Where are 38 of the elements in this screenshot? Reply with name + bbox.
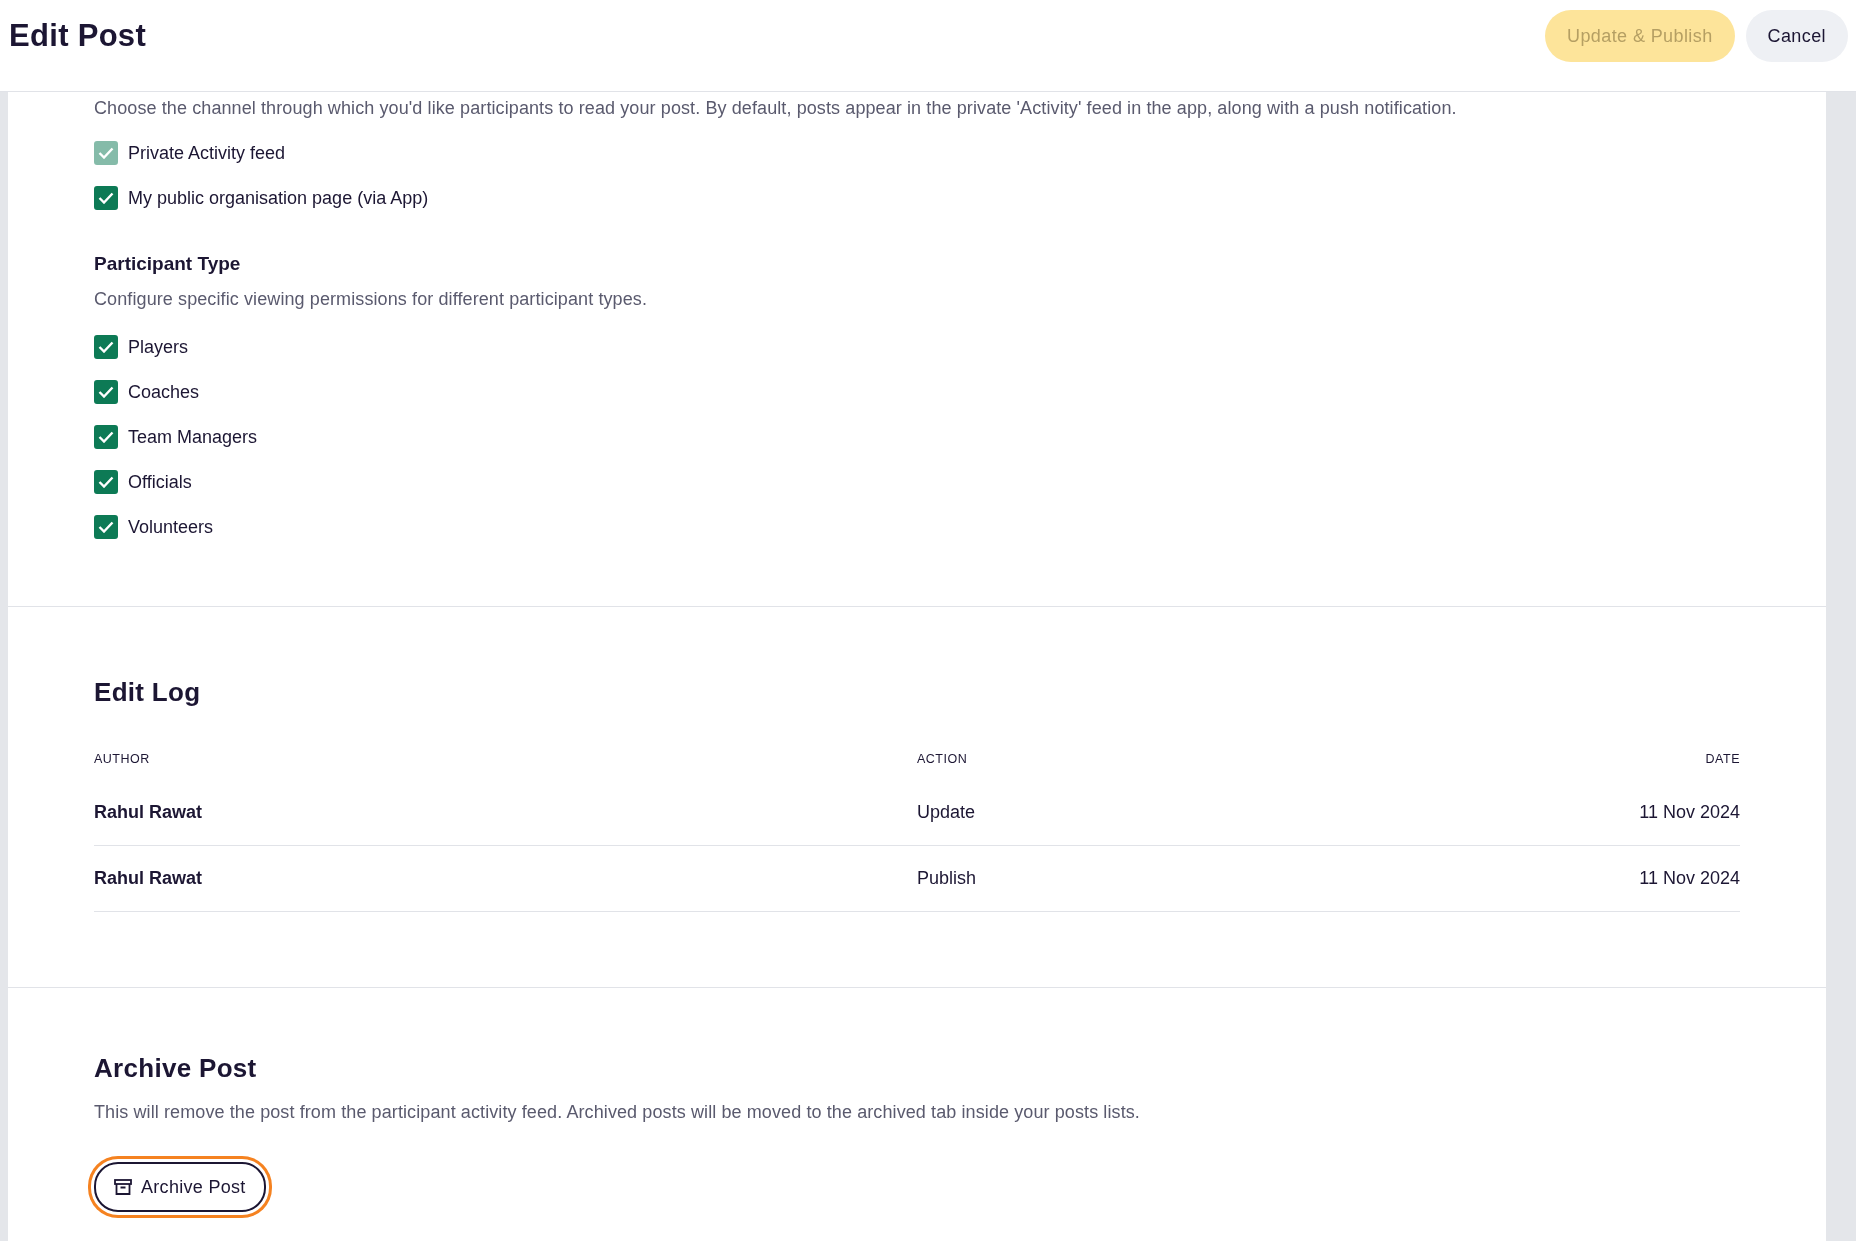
table-cell: 11 Nov 2024 xyxy=(1221,845,1740,912)
check-icon xyxy=(98,386,114,398)
checkbox-label: Officials xyxy=(128,471,192,493)
checkbox-label: Team Managers xyxy=(128,426,258,448)
page-title: Edit Post xyxy=(9,18,147,54)
checkbox[interactable] xyxy=(94,335,118,359)
section-heading: Archive Post xyxy=(94,1053,258,1084)
checkbox[interactable] xyxy=(94,470,118,494)
archive-box-icon xyxy=(114,1179,132,1195)
channel-description: Choose the channel through which you'd like participants to read your post. By default, posts appear in the private 'Activity' feed in the app, along with a push notification. xyxy=(94,98,1458,119)
checkbox[interactable] xyxy=(94,380,118,404)
participant-description: Configure specific viewing permissions for different participant types. xyxy=(94,289,649,310)
table-cell: Rahul Rawat xyxy=(94,845,917,912)
checkbox-label: Private Activity feed xyxy=(128,142,286,164)
check-icon xyxy=(98,431,114,443)
checkbox-label: My public organisation page (via App) xyxy=(128,187,429,209)
table-cell: 11 Nov 2024 xyxy=(1221,780,1740,846)
checkbox[interactable] xyxy=(94,186,118,210)
column-header: ACTION xyxy=(917,752,969,768)
check-icon xyxy=(98,521,114,533)
checkbox-label: Volunteers xyxy=(128,516,214,538)
check-icon xyxy=(98,341,114,353)
column-header: DATE xyxy=(1704,752,1740,768)
check-icon xyxy=(98,147,114,159)
section-heading: Participant Type xyxy=(94,253,242,275)
check-icon xyxy=(98,476,114,488)
cancel-button[interactable]: Cancel xyxy=(1745,10,1848,62)
table-cell: Rahul Rawat xyxy=(94,780,917,846)
checkbox-label: Coaches xyxy=(128,381,200,403)
checkbox[interactable] xyxy=(94,425,118,449)
column-header: AUTHOR xyxy=(94,752,917,780)
table-cell: Publish xyxy=(917,845,1222,912)
checkbox[interactable] xyxy=(94,515,118,539)
section-heading: Edit Log xyxy=(94,677,202,708)
archive-description: This will remove the post from the participant activity feed. Archived posts will be moved to the archived tab inside your posts lists. xyxy=(94,1102,1141,1123)
checkbox-label: Players xyxy=(128,336,189,358)
check-icon xyxy=(98,192,114,204)
table-cell: Update xyxy=(917,780,1222,846)
